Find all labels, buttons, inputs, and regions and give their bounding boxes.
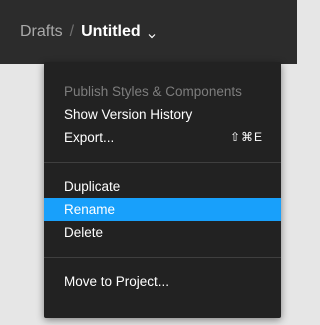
export-shortcut: ⇧⌘E <box>229 130 263 144</box>
menu-item-duplicate[interactable]: Duplicate <box>44 175 281 198</box>
file-name-button[interactable]: Untitled <box>81 23 141 41</box>
menu-item-show-version-history[interactable]: Show Version History <box>44 103 281 126</box>
menu-item-label: Delete <box>64 225 104 240</box>
menu-item-label: Move to Project... <box>64 274 170 289</box>
breadcrumb-separator: / <box>69 23 75 40</box>
chevron-down-icon[interactable] <box>148 27 156 39</box>
menu-item-label: Publish Styles & Components <box>64 84 242 99</box>
menu-item-rename[interactable]: Rename <box>44 198 281 221</box>
menu-item-export[interactable]: Export... ⇧⌘E <box>44 126 281 149</box>
app-window: Drafts / Untitled Publish Styles & Compo… <box>0 0 297 325</box>
file-title-bar: Drafts / Untitled <box>0 0 297 64</box>
file-menu-dropdown: Publish Styles & Components Show Version… <box>44 62 281 318</box>
menu-item-delete[interactable]: Delete <box>44 221 281 244</box>
menu-divider <box>44 162 281 163</box>
menu-item-label: Duplicate <box>64 179 121 194</box>
breadcrumb-drafts[interactable]: Drafts <box>20 23 63 41</box>
menu-item-label: Rename <box>64 202 116 217</box>
menu-item-label: Show Version History <box>64 107 193 122</box>
menu-item-publish-styles: Publish Styles & Components <box>44 80 281 103</box>
menu-item-move-to-project[interactable]: Move to Project... <box>44 270 281 293</box>
menu-item-label: Export... <box>64 130 115 145</box>
menu-divider <box>44 257 281 258</box>
